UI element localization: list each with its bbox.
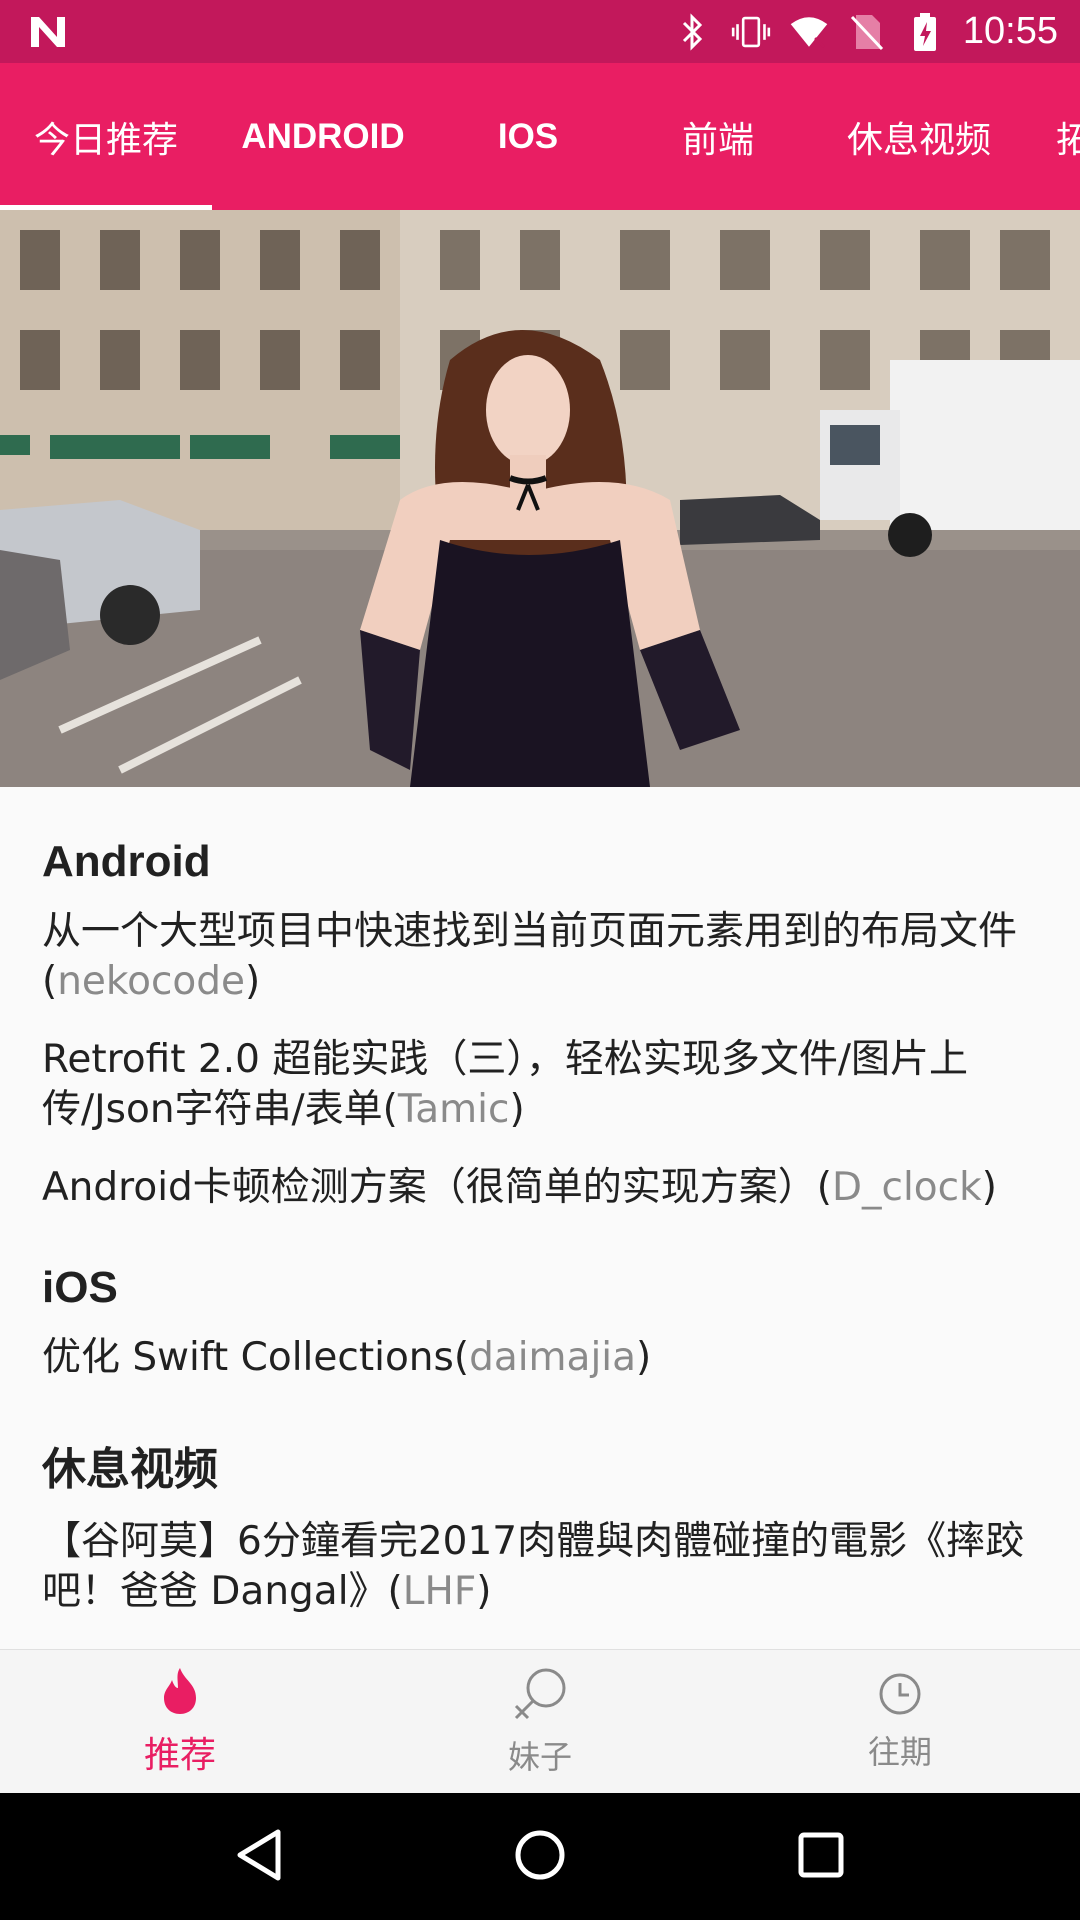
home-icon[interactable] xyxy=(513,1828,567,1886)
list-item[interactable]: Android卡顿检测方案（很简单的实现方案）(D_clock) xyxy=(42,1163,1038,1213)
daily-content-list: Android 从一个大型项目中快速找到当前页面元素用到的布局文件(nekoco… xyxy=(0,787,1080,1649)
tab-rest-video[interactable]: 休息视频 xyxy=(814,63,1024,210)
author-label: nekocode xyxy=(57,959,246,1004)
list-item[interactable]: 【谷阿莫】6分鐘看完2017肉體與肉體碰撞的電影《摔跤吧！爸爸 Dangal》(… xyxy=(42,1517,1038,1617)
hero-photo[interactable] xyxy=(0,210,1080,787)
bottom-navigation: 推荐 妹子 往期 xyxy=(0,1649,1080,1793)
tab-frontend[interactable]: 前端 xyxy=(622,63,814,210)
wifi-icon xyxy=(789,12,829,52)
status-bar: 10:55 xyxy=(0,0,1080,63)
bluetooth-icon xyxy=(673,12,713,52)
section-title-android: Android xyxy=(42,837,211,886)
section-title-ios: iOS xyxy=(42,1263,118,1312)
clock-icon xyxy=(877,1671,923,1721)
tab-android[interactable]: ANDROID xyxy=(212,63,434,210)
author-label: D_clock xyxy=(832,1165,982,1210)
vibrate-icon xyxy=(731,12,771,52)
female-symbol-icon xyxy=(510,1666,570,1726)
author-label: Tamic xyxy=(397,1087,510,1132)
no-sim-icon xyxy=(847,12,887,52)
category-tab-bar: 今日推荐 ANDROID IOS 前端 休息视频 拓 xyxy=(0,63,1080,210)
author-label: LHF xyxy=(402,1569,477,1614)
list-item[interactable]: 优化 Swift Collections(daimajia) xyxy=(42,1333,1038,1383)
battery-charging-icon xyxy=(905,12,945,52)
nav-girls[interactable]: 妹子 xyxy=(360,1650,720,1793)
nav-recommend[interactable]: 推荐 xyxy=(0,1650,360,1793)
nav-history[interactable]: 往期 xyxy=(720,1650,1080,1793)
notification-n-icon xyxy=(28,12,68,52)
tab-expand[interactable]: 拓 xyxy=(1024,63,1080,210)
status-time: 10:55 xyxy=(962,10,1058,52)
tab-ios[interactable]: IOS xyxy=(434,63,622,210)
author-label: daimajia xyxy=(469,1335,637,1380)
nav-recommend-label: 推荐 xyxy=(143,1734,216,1776)
street-photo-image xyxy=(0,210,1080,787)
recents-icon[interactable] xyxy=(796,1830,846,1884)
flame-icon xyxy=(156,1666,204,1720)
section-title-rest-video: 休息视频 xyxy=(42,1444,218,1495)
nav-girls-label: 妹子 xyxy=(507,1737,572,1776)
list-item[interactable]: Retrofit 2.0 超能实践（三），轻松实现多文件/图片上传/Json字符… xyxy=(42,1035,1038,1135)
tab-today[interactable]: 今日推荐 xyxy=(0,63,212,210)
back-icon[interactable] xyxy=(234,1828,284,1886)
system-navigation-bar xyxy=(0,1793,1080,1920)
nav-history-label: 往期 xyxy=(867,1732,932,1771)
list-item[interactable]: 从一个大型项目中快速找到当前页面元素用到的布局文件(nekocode) xyxy=(42,907,1038,1007)
